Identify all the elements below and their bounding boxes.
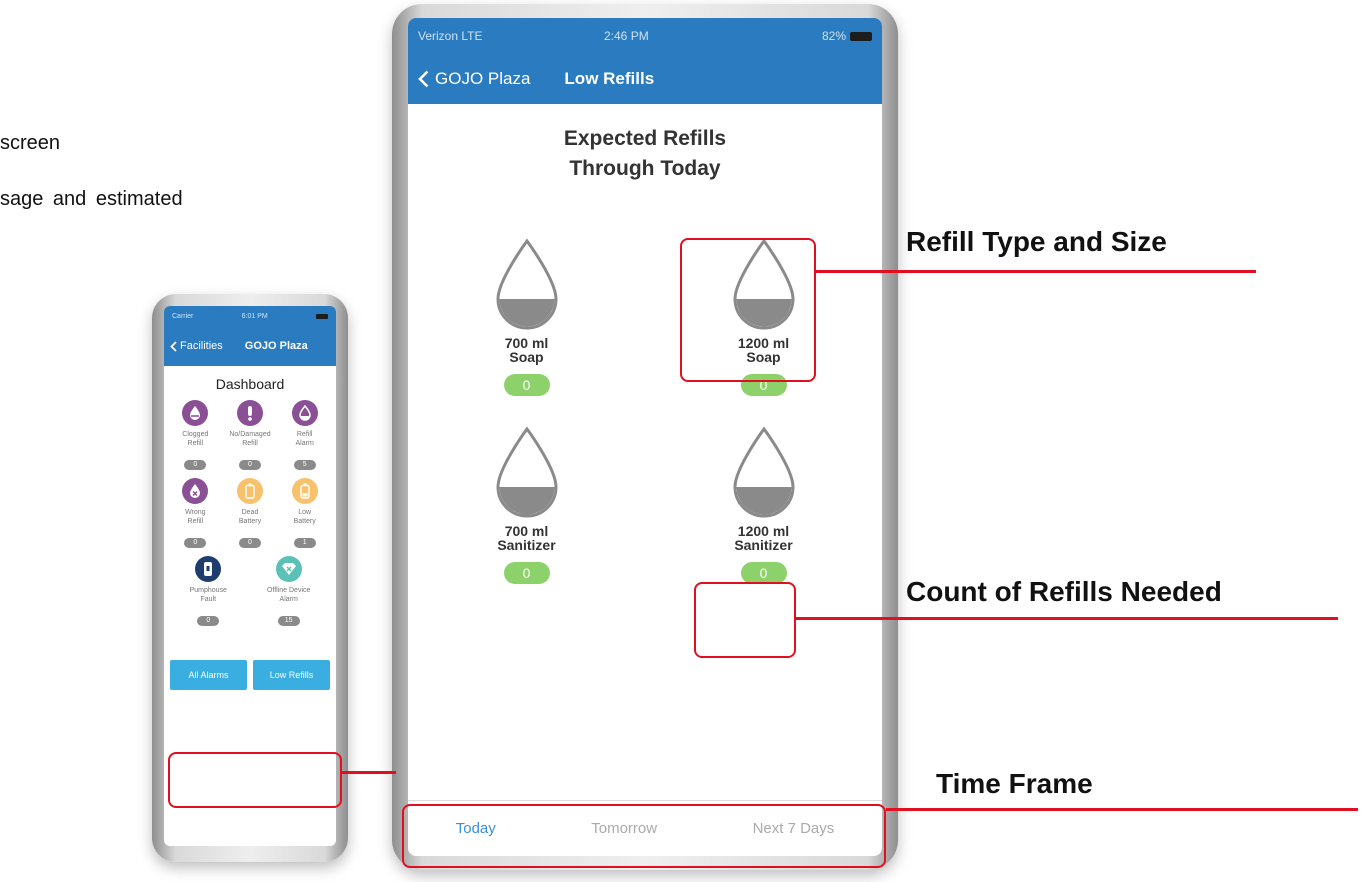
back-button[interactable]: GOJO Plaza <box>418 69 530 89</box>
tile-label: Low <box>298 509 312 516</box>
battery-percent: 82% <box>821 29 846 43</box>
clogged-refill-icon <box>182 400 209 426</box>
droplet-icon <box>495 426 558 518</box>
chevron-left-icon <box>170 340 177 352</box>
tile-label: Alarm <box>295 440 314 447</box>
tile-count-badge: 1 <box>293 538 316 548</box>
dead-battery-icon <box>236 478 263 504</box>
tile-count-badge: 5 <box>293 460 316 470</box>
callout-line-time-frame <box>886 808 1358 811</box>
tile-offline-device-alarm[interactable]: Offline Device Alarm 15 <box>267 556 310 626</box>
nav-title: Low Refills <box>564 69 655 88</box>
refill-item[interactable]: 1200 ml Sanitizer 0 <box>645 426 882 584</box>
tile-clogged-refill[interactable]: Clogged Refill 0 <box>168 400 223 470</box>
slide-text-fragment-2: sage and estimated <box>0 188 183 210</box>
alarm-row-bottom: Pumphouse Fault 0 Offline Device Alarm 15 <box>164 556 336 626</box>
slide-text-fragment-1: screen <box>0 132 61 154</box>
exclamation-icon <box>236 400 263 426</box>
tile-label: Refill <box>187 518 204 525</box>
tile-label: Pumphouse <box>189 587 227 594</box>
all-alarms-button[interactable]: All Alarms <box>170 660 247 690</box>
refill-alarm-icon <box>291 400 318 426</box>
callout-line-count <box>796 617 1338 620</box>
annotation-time-frame: Time Frame <box>936 768 1093 799</box>
tile-label: Wrong <box>185 509 206 516</box>
status-bar: Verizon LTE 2:46 PM 82% <box>408 18 882 54</box>
status-bar: Carrier 6:01 PM <box>164 306 336 326</box>
nav-bar: GOJO Plaza Low Refills <box>408 54 882 104</box>
dashboard-heading: Dashboard <box>215 376 285 392</box>
tile-label: Refill <box>296 431 313 438</box>
tile-count-badge: 0 <box>238 460 261 470</box>
tile-pumphouse-fault[interactable]: Pumphouse Fault 0 <box>190 556 227 626</box>
battery-icon <box>850 31 872 41</box>
callout-box-refill-type <box>680 238 816 382</box>
carrier-label: Carrier <box>172 312 194 320</box>
clock-label: 6:01 PM <box>241 312 268 320</box>
tile-label: Offline Device <box>266 587 311 594</box>
tile-count-badge: 0 <box>238 538 261 548</box>
low-refills-phone: Verizon LTE 2:46 PM 82% GOJO Plaza Low R… <box>392 4 898 870</box>
tile-dead-battery[interactable]: Dead Battery 0 <box>223 478 278 548</box>
callout-box-count <box>694 582 796 658</box>
heading-line-1: Expected Refills <box>563 127 727 150</box>
tile-count-badge: 0 <box>184 460 207 470</box>
tile-refill-alarm[interactable]: Refill Alarm 5 <box>277 400 332 470</box>
heading-line-2: Through Today <box>569 157 721 180</box>
tile-label: Battery <box>238 518 262 525</box>
refill-size: 1200 ml <box>737 523 790 539</box>
refill-type: Soap <box>509 349 544 365</box>
refill-type: Sanitizer <box>734 537 793 553</box>
tile-low-battery[interactable]: Low Battery 1 <box>277 478 332 548</box>
droplet-icon <box>495 238 558 330</box>
tile-count-badge: 0 <box>197 616 220 626</box>
callout-line-low-refills <box>342 771 396 774</box>
callout-line-refill-type <box>816 270 1256 273</box>
refill-type: Sanitizer <box>497 537 556 553</box>
callout-box-time-frame <box>402 804 886 868</box>
nav-bar: Facilities GOJO Plaza <box>164 326 336 366</box>
pumphouse-icon <box>195 556 222 582</box>
back-button[interactable]: Facilities <box>170 340 223 352</box>
carrier-label: Verizon LTE <box>418 29 483 43</box>
annotation-refill-type: Refill Type and Size <box>906 226 1167 257</box>
refill-count-badge: 0 <box>503 562 550 584</box>
battery-icon <box>316 313 328 319</box>
refill-item[interactable]: 700 ml Sanitizer 0 <box>408 426 645 584</box>
low-refills-screen: Verizon LTE 2:46 PM 82% GOJO Plaza Low R… <box>408 18 882 856</box>
tile-count-badge: 0 <box>184 538 207 548</box>
chevron-left-icon <box>418 70 429 88</box>
low-refills-button[interactable]: Low Refills <box>253 660 330 690</box>
alarm-grid: Clogged Refill 0 No/Damaged Refill 0 Refil… <box>164 400 336 548</box>
annotation-count: Count of Refills Needed <box>906 576 1222 607</box>
tile-label: No/Damaged <box>229 431 271 438</box>
tile-wrong-refill[interactable]: Wrong Refill 0 <box>168 478 223 548</box>
refill-size: 700 ml <box>504 523 549 539</box>
back-label: Facilities <box>180 340 223 352</box>
low-battery-icon <box>291 478 318 504</box>
offline-device-icon <box>275 556 302 582</box>
wrong-refill-icon <box>182 478 209 504</box>
clock-label: 2:46 PM <box>604 29 649 43</box>
refill-count-badge: 0 <box>503 374 550 396</box>
back-label: GOJO Plaza <box>435 69 531 88</box>
nav-title: GOJO Plaza <box>244 340 308 352</box>
tile-label: Clogged <box>182 431 209 438</box>
tile-label: Battery <box>293 518 316 525</box>
refill-item[interactable]: 700 ml Soap 0 <box>408 238 645 396</box>
refill-size: 700 ml <box>504 335 549 351</box>
callout-box-low-refills <box>168 752 342 808</box>
tile-no-damaged-refill[interactable]: No/Damaged Refill 0 <box>223 400 278 470</box>
tile-label: Refill <box>187 440 204 447</box>
tile-label: Fault <box>200 596 217 603</box>
refills-heading: Expected Refills Through Today <box>408 124 882 184</box>
refill-count-badge: 0 <box>740 562 787 584</box>
tile-label: Alarm <box>279 596 298 603</box>
dashboard-buttons: All Alarms Low Refills <box>164 660 336 690</box>
tile-count-badge: 15 <box>277 616 300 626</box>
droplet-icon <box>732 426 795 518</box>
tile-label: Dead <box>241 509 259 516</box>
tile-label: Refill <box>242 440 258 447</box>
